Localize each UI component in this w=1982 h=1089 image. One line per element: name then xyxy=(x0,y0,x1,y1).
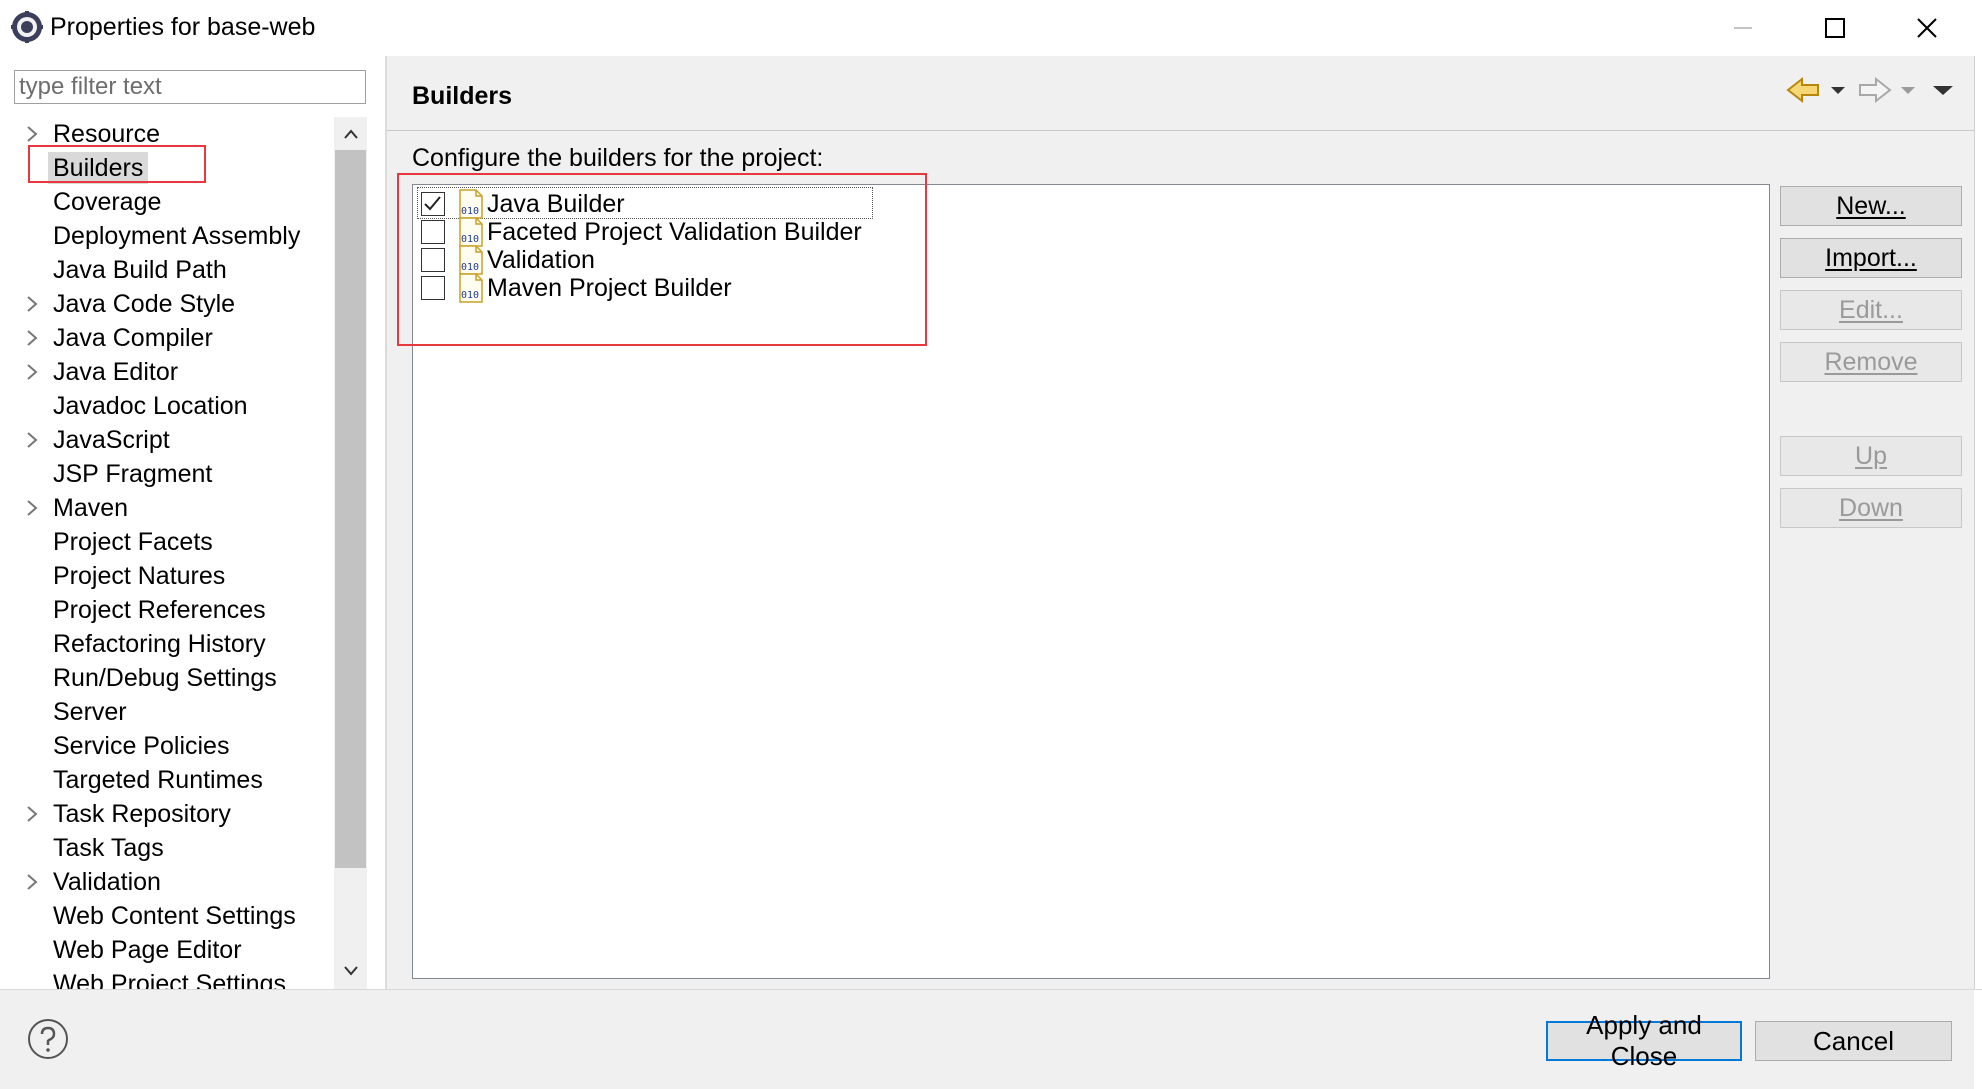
back-arrow-icon[interactable] xyxy=(1784,73,1824,107)
new-button[interactable]: New... xyxy=(1780,186,1962,226)
annotation-highlight-box xyxy=(397,173,927,346)
chevron-right-icon[interactable] xyxy=(26,355,42,389)
scrollbar-thumb[interactable] xyxy=(335,150,366,868)
nav-item[interactable]: Web Page Editor xyxy=(0,933,334,967)
nav-item-label: Validation xyxy=(53,868,161,896)
chevron-right-icon[interactable] xyxy=(26,287,42,321)
nav-item[interactable]: Coverage xyxy=(0,185,334,219)
nav-item[interactable]: Task Tags xyxy=(0,831,334,865)
eclipse-gear-icon xyxy=(11,11,43,43)
nav-item[interactable]: Maven xyxy=(0,491,334,525)
nav-item[interactable]: Java Build Path xyxy=(0,253,334,287)
edit-button[interactable]: Edit... xyxy=(1780,290,1962,330)
up-button[interactable]: Up xyxy=(1780,436,1962,476)
close-icon xyxy=(1917,18,1937,38)
page-title: Builders xyxy=(412,82,513,110)
chevron-right-icon[interactable] xyxy=(26,797,42,831)
nav-item[interactable]: Targeted Runtimes xyxy=(0,763,334,797)
chevron-right-icon[interactable] xyxy=(26,491,42,525)
nav-item-label: Web Page Editor xyxy=(53,936,242,964)
help-icon[interactable] xyxy=(27,1018,69,1060)
nav-item-label: Coverage xyxy=(53,188,162,216)
nav-item[interactable]: JavaScript xyxy=(0,423,334,457)
nav-item-label: Deployment Assembly xyxy=(53,222,301,250)
page-description: Configure the builders for the project: xyxy=(412,144,824,172)
maximize-icon xyxy=(1825,18,1845,38)
nav-item[interactable]: JSP Fragment xyxy=(0,457,334,491)
nav-item[interactable]: Java Code Style xyxy=(0,287,334,321)
nav-item-label: Refactoring History xyxy=(53,630,266,658)
chevron-right-icon[interactable] xyxy=(26,865,42,899)
nav-item-label: Server xyxy=(53,698,127,726)
nav-item[interactable]: Project References xyxy=(0,593,334,627)
nav-item-label: Targeted Runtimes xyxy=(53,766,263,794)
nav-item[interactable]: Project Natures xyxy=(0,559,334,593)
import-button[interactable]: Import... xyxy=(1780,238,1962,278)
nav-item[interactable]: Project Facets xyxy=(0,525,334,559)
chevron-up-icon xyxy=(343,129,358,139)
nav-item[interactable]: Web Content Settings xyxy=(0,899,334,933)
forward-history-dropdown-icon[interactable] xyxy=(1896,73,1920,107)
window-title: Properties for base-web xyxy=(50,13,316,41)
nav-item[interactable]: Refactoring History xyxy=(0,627,334,661)
forward-arrow-icon[interactable] xyxy=(1854,73,1894,107)
nav-item[interactable]: Server xyxy=(0,695,334,729)
nav-item-label: Project Facets xyxy=(53,528,213,556)
minimize-icon xyxy=(1734,27,1752,29)
nav-item-label: JSP Fragment xyxy=(53,460,213,488)
nav-item[interactable]: Java Editor xyxy=(0,355,334,389)
annotation-highlight-box xyxy=(28,145,206,183)
nav-item[interactable]: Validation xyxy=(0,865,334,899)
chevron-down-icon xyxy=(343,966,358,976)
nav-item[interactable]: Web Project Settings xyxy=(0,967,334,989)
nav-item-label: Task Tags xyxy=(53,834,164,862)
nav-item[interactable]: Javadoc Location xyxy=(0,389,334,423)
nav-item-label: JavaScript xyxy=(53,426,170,454)
nav-item-label: Run/Debug Settings xyxy=(53,664,277,692)
nav-item-label: Project References xyxy=(53,596,266,624)
cancel-button[interactable]: Cancel xyxy=(1755,1021,1952,1061)
nav-item[interactable]: Task Repository xyxy=(0,797,334,831)
chevron-right-icon[interactable] xyxy=(26,321,42,355)
nav-item-label: Task Repository xyxy=(53,800,231,828)
scroll-up-button[interactable] xyxy=(334,118,367,150)
nav-item-label: Web Content Settings xyxy=(53,902,296,930)
page-header xyxy=(387,56,1974,131)
nav-item-label: Service Policies xyxy=(53,732,230,760)
nav-item-label: Java Build Path xyxy=(53,256,227,284)
nav-item[interactable]: Deployment Assembly xyxy=(0,219,334,253)
filter-input[interactable] xyxy=(14,70,366,104)
chevron-right-icon[interactable] xyxy=(26,423,42,457)
nav-item[interactable]: Service Policies xyxy=(0,729,334,763)
nav-item-label: Java Code Style xyxy=(53,290,236,318)
property-page-tree: Resource Builders Coverage Deployment Assem… xyxy=(0,117,334,989)
minimize-button[interactable] xyxy=(1697,0,1789,56)
view-menu-icon[interactable] xyxy=(1926,73,1960,107)
nav-item-label: Java Compiler xyxy=(53,324,213,352)
nav-item[interactable]: Run/Debug Settings xyxy=(0,661,334,695)
window-edge xyxy=(1974,56,1982,989)
nav-item-label: Maven xyxy=(53,494,129,522)
nav-item-label: Java Editor xyxy=(53,358,179,386)
nav-item-label: Web Project Settings xyxy=(53,970,286,989)
nav-item-label: Project Natures xyxy=(53,562,226,590)
apply-and-close-button[interactable]: Apply and Close xyxy=(1546,1010,1742,1071)
remove-button[interactable]: Remove xyxy=(1780,342,1962,382)
maximize-button[interactable] xyxy=(1789,0,1881,56)
back-history-dropdown-icon[interactable] xyxy=(1826,73,1850,107)
nav-item-label: Javadoc Location xyxy=(53,392,248,420)
nav-item[interactable]: Java Compiler xyxy=(0,321,334,355)
scroll-down-button[interactable] xyxy=(334,955,367,987)
close-button[interactable] xyxy=(1881,0,1973,56)
down-button[interactable]: Down xyxy=(1780,488,1962,528)
